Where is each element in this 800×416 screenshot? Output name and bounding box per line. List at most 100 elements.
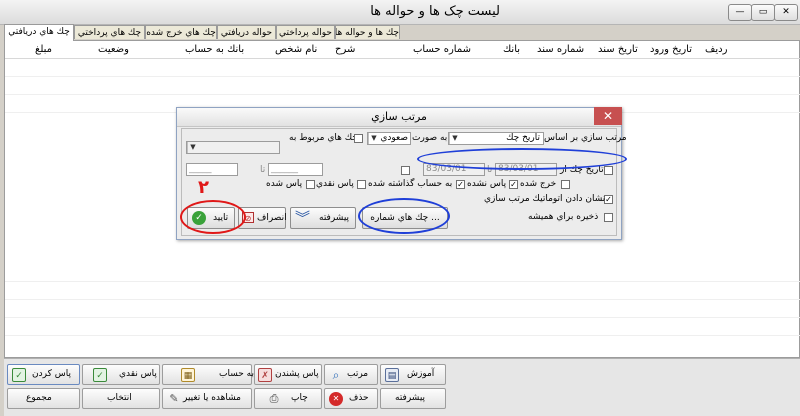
column-header-amount[interactable]: مبلغ (35, 44, 52, 55)
minimize-button[interactable]: — (728, 4, 752, 21)
cash-pass-label: پاس نقدي (119, 369, 157, 379)
pass-refund-button[interactable]: ✗ پاس پشندن (254, 364, 322, 385)
status-spent-label: خرج شده (520, 179, 557, 189)
check-refund-icon: ✗ (258, 368, 272, 382)
status-spent-checkbox[interactable] (561, 180, 570, 189)
view-edit-label: مشاهده يا تغيير (183, 393, 241, 403)
tab-strip: چك هاي دريافتي چك هاي پرداختي چك هاي خرج… (0, 24, 800, 41)
total-button[interactable]: مجموع (7, 388, 80, 409)
print-label: چاپ (291, 393, 308, 403)
close-window-button[interactable]: ✕ (774, 4, 798, 21)
column-header-person-name[interactable]: نام شخص (275, 44, 317, 55)
magnifier-icon: ⌕ (332, 368, 340, 382)
tab-checks-and-drafts[interactable]: چك ها و حواله ها (335, 25, 400, 39)
column-header-entry-date[interactable]: تاريخ ورود (650, 44, 692, 55)
pass-clear-label: پاس کردن (32, 369, 71, 379)
related-checks-label: چك هاي مربوط به (289, 133, 358, 143)
view-edit-button[interactable]: ✎ مشاهده يا تغيير (162, 388, 252, 409)
header-divider (5, 58, 800, 59)
annotation-ellipse-check-numbers (358, 198, 450, 234)
maximize-button[interactable]: ▭ (751, 4, 775, 21)
grid-line (5, 94, 800, 95)
tab-paid-drafts[interactable]: حواله پرداختي (276, 25, 335, 39)
grid-line (5, 317, 800, 318)
bottom-toolbar: ▤ آموزش ⌕ مرتب ✗ پاس پشندن ▦ به حساب ✓ پ… (4, 358, 800, 416)
check-number-to-field[interactable]: _____ (186, 163, 238, 176)
order-label: به صورت (412, 133, 448, 143)
status-not-passed-checkbox[interactable]: ✓ (509, 180, 518, 189)
check-date-checkbox[interactable] (604, 166, 613, 175)
double-chevron-icon: ︾ (295, 209, 311, 227)
related-checks-checkbox[interactable] (354, 134, 363, 143)
status-cash-passed-checkbox[interactable] (357, 180, 366, 189)
status-passed-checkbox[interactable] (306, 180, 315, 189)
check-number-from-field[interactable]: ______ (268, 163, 323, 176)
pass-clear-button[interactable]: ✓ پاس کردن (7, 364, 80, 385)
sort-by-combo[interactable]: ▼ تاريخ چك (448, 132, 544, 145)
order-combo[interactable]: ▼ صعودي (367, 132, 411, 145)
pass-refund-label: پاس پشندن (275, 369, 319, 379)
window-title-bar: لیست چک ها و حواله ها — ▭ ✕ (0, 0, 800, 25)
pass-check-icon: ✓ (12, 368, 26, 382)
grid-line (5, 281, 800, 282)
sort-label: مرتب (347, 369, 369, 379)
status-passed-label: پاس شده (266, 179, 303, 189)
tab-spent-checks[interactable]: چك هاي خرج شده (145, 25, 217, 39)
annotation-ellipse-check-date (417, 148, 627, 170)
save-always-checkbox[interactable] (604, 213, 613, 222)
total-label: مجموع (26, 393, 52, 403)
related-checks-combo[interactable]: ▼ (186, 141, 280, 154)
deposit-icon: ▦ (181, 368, 195, 382)
advanced-label: پيشرفته (319, 213, 350, 223)
delete-icon: ✕ (329, 392, 343, 406)
select-label: انتخاب (107, 393, 132, 403)
grid-line (5, 299, 800, 300)
auto-show-sort-checkbox[interactable]: ✓ (604, 195, 613, 204)
advanced-button[interactable]: ︾ پيشرفته (290, 207, 356, 229)
column-header-doc-date[interactable]: تاريخ سند (598, 44, 638, 55)
chevron-down-icon: ▼ (368, 133, 379, 144)
status-deposited-checkbox[interactable]: ✓ (456, 180, 465, 189)
advanced-toolbar-label: پيشرفته (395, 393, 426, 403)
column-header-status[interactable]: وضعيت (98, 44, 129, 55)
annotation-ellipse-ok (180, 200, 246, 234)
column-header-description[interactable]: شرح (335, 44, 355, 55)
column-header-row[interactable]: رديف (705, 44, 727, 55)
chevron-down-icon: ▼ (449, 133, 460, 144)
sort-by-value: تاريخ چك (506, 133, 540, 143)
tab-paid-checks[interactable]: چك هاي پرداختي (74, 25, 145, 39)
tab-received-drafts[interactable]: حواله دريافتي (217, 25, 276, 39)
advanced-toolbar-button[interactable]: پيشرفته (380, 388, 446, 409)
pencil-icon: ✎ (169, 392, 179, 405)
sort-button[interactable]: ⌕ مرتب (324, 364, 378, 385)
tutorial-label: آموزش (407, 369, 435, 379)
cash-pass-button[interactable]: ✓ پاس نقدي (82, 364, 160, 385)
tutorial-button[interactable]: ▤ آموزش (380, 364, 446, 385)
status-deposited-label: به حساب گذاشته شده (368, 179, 453, 189)
tab-received-checks[interactable]: چك هاي دريافتي (4, 24, 74, 41)
check-number-checkbox[interactable] (401, 166, 410, 175)
column-header-doc-number[interactable]: شماره سند (537, 44, 584, 55)
select-button[interactable]: انتخاب (82, 388, 160, 409)
grid-line (5, 76, 800, 77)
window-title: لیست چک ها و حواله ها (370, 4, 500, 19)
printer-icon: ⎙ (269, 392, 279, 405)
column-header-account-number[interactable]: شماره حساب (413, 44, 471, 55)
auto-show-sort-label: نشان دادن اتوماتيك مرتب سازي (484, 194, 606, 204)
dialog-title-bar: مرتب سازي ✕ (177, 107, 622, 127)
chevron-down-icon: ▼ (187, 142, 198, 153)
annotation-number: ۲ (198, 177, 209, 198)
column-header-bank-to-account[interactable]: بانك به حساب (185, 44, 244, 55)
print-button[interactable]: ⎙ چاپ (254, 388, 322, 409)
sort-by-label: مرتب سازي بر اساس (544, 133, 627, 143)
cash-check-icon: ✓ (93, 368, 107, 382)
delete-button[interactable]: ✕ حذف (324, 388, 378, 409)
order-value: صعودي (380, 133, 408, 143)
book-icon: ▤ (385, 368, 399, 382)
save-always-label: ذخيره براي هميشه (528, 212, 599, 222)
to-account-button[interactable]: ▦ به حساب (162, 364, 254, 385)
delete-label: حذف (349, 393, 369, 403)
dialog-close-button[interactable]: ✕ (594, 107, 622, 125)
dialog-title: مرتب سازي (371, 110, 427, 123)
column-header-bank[interactable]: بانك (503, 44, 520, 55)
